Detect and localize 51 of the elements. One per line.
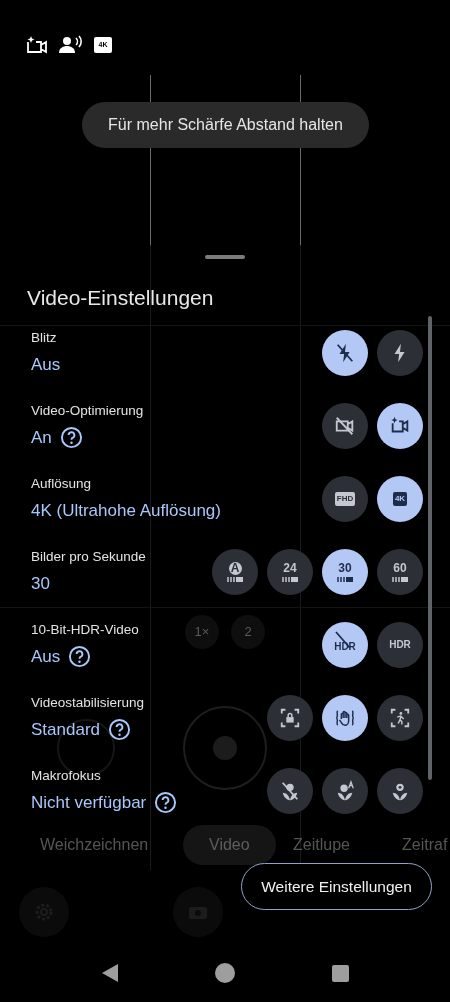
- setting-value: Aus: [31, 353, 61, 376]
- option-button[interactable]: [377, 329, 423, 376]
- option-button[interactable]: HDR: [377, 621, 423, 668]
- option-button[interactable]: 30: [322, 548, 368, 595]
- video-sparkle-icon: [26, 35, 48, 55]
- scrollbar[interactable]: [428, 316, 432, 780]
- option-button[interactable]: 4K: [377, 475, 423, 522]
- bars-icon: [392, 576, 408, 582]
- person-voice-icon: [59, 35, 83, 55]
- setting-label: Bilder pro Sekunde: [31, 547, 146, 566]
- option-button[interactable]: [267, 694, 313, 741]
- setting-value: An: [31, 426, 52, 449]
- option-button[interactable]: FHD: [322, 475, 368, 522]
- option-icon: [334, 341, 356, 364]
- option-icon: [389, 706, 411, 729]
- option-button[interactable]: [377, 767, 423, 814]
- option-button[interactable]: 60: [377, 548, 423, 595]
- option-button[interactable]: [377, 402, 423, 449]
- drag-handle[interactable]: [205, 255, 245, 259]
- setting-value: Standard: [31, 718, 100, 741]
- option-button[interactable]: 24: [267, 548, 313, 595]
- setting-label: Makrofokus: [31, 766, 102, 785]
- back-icon: [101, 963, 119, 983]
- setting-value: Nicht verfügbar: [31, 791, 147, 814]
- setting-label: Auflösung: [31, 474, 93, 493]
- toast-message: Für mehr Schärfe Abstand halten: [82, 102, 369, 148]
- setting-label: Video-Optimierung: [31, 401, 144, 420]
- option-button[interactable]: HDR: [322, 621, 368, 668]
- bars-icon: [337, 576, 353, 582]
- bars-icon: [282, 576, 298, 582]
- slash-icon: [333, 629, 354, 650]
- bars-icon: [227, 576, 243, 582]
- setting-label: Videostabilisierung: [31, 693, 145, 712]
- setting-value: Aus: [31, 645, 61, 668]
- option-button[interactable]: [377, 694, 423, 741]
- more-settings-button[interactable]: Weitere Einstellungen: [241, 863, 432, 910]
- option-button[interactable]: [322, 694, 368, 741]
- option-button[interactable]: [322, 767, 368, 814]
- home-button[interactable]: [215, 963, 235, 983]
- option-button[interactable]: [267, 767, 313, 814]
- option-button[interactable]: [322, 329, 368, 376]
- option-button[interactable]: [322, 402, 368, 449]
- option-icon: [279, 779, 301, 802]
- setting-value: 30: [31, 572, 50, 595]
- panel-title: Video-Einstellungen: [27, 285, 215, 311]
- option-button[interactable]: A: [212, 548, 258, 595]
- setting-label: Blitz: [31, 328, 58, 347]
- setting-label: 10-Bit-HDR-Video: [31, 620, 139, 639]
- option-icon: [279, 706, 301, 729]
- setting-value: 4K (Ultrahohe Auflösung): [31, 499, 221, 522]
- option-icon: [334, 414, 356, 437]
